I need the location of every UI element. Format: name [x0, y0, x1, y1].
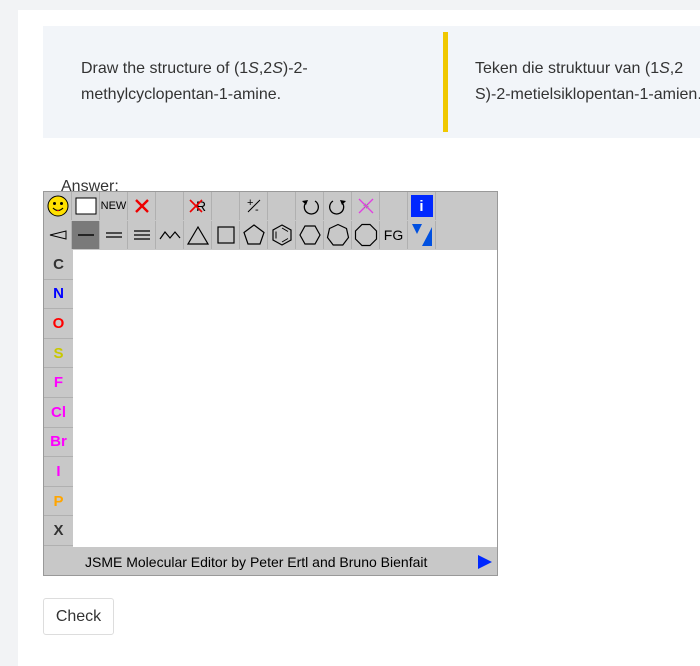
jsme-credit-text: JSME Molecular Editor by Peter Ertl and … — [85, 553, 428, 570]
atom-button-chlorine[interactable]: Cl — [44, 398, 73, 428]
atom-button-sulfur[interactable]: S — [44, 339, 73, 369]
ring-7-icon[interactable] — [324, 221, 352, 249]
triple-bond-icon[interactable] — [128, 221, 156, 249]
jsme-editor: NEW R + - i FG C N O S F Cl Br I P X JSM… — [43, 191, 498, 576]
empty-tool-slot — [380, 192, 408, 220]
charge-button[interactable]: + - — [240, 192, 268, 220]
chain-icon[interactable] — [156, 221, 184, 249]
atom-button-fluorine[interactable]: F — [44, 368, 73, 398]
atom-button-oxygen[interactable]: O — [44, 309, 73, 339]
ring-5-icon[interactable] — [240, 221, 268, 249]
redo-icon[interactable] — [324, 192, 352, 220]
stereo-bond-icon[interactable] — [44, 221, 72, 249]
select-rectangle-button[interactable] — [72, 192, 100, 220]
question-english: Draw the structure of (1S,2S)-2-methylcy… — [81, 60, 308, 103]
ring-3-icon[interactable] — [184, 221, 212, 249]
atom-button-nitrogen[interactable]: N — [44, 280, 73, 310]
ring-4-icon[interactable] — [212, 221, 240, 249]
benzene-icon[interactable] — [268, 221, 296, 249]
double-bond-icon[interactable] — [100, 221, 128, 249]
template-icon[interactable] — [408, 221, 436, 249]
question-divider — [443, 32, 448, 132]
delete-r-group-icon[interactable]: R — [184, 192, 212, 220]
atom-button-carbon[interactable]: C — [44, 250, 73, 280]
ring-8-icon[interactable] — [352, 221, 380, 249]
svg-text:-: - — [255, 204, 259, 216]
undo-icon[interactable] — [296, 192, 324, 220]
empty-tool-slot — [156, 192, 184, 220]
check-button[interactable]: Check — [43, 598, 114, 635]
functional-group-button[interactable]: FG — [380, 221, 408, 249]
info-button[interactable]: i — [408, 192, 436, 220]
atom-button-bromine[interactable]: Br — [44, 428, 73, 458]
empty-tool-slot — [268, 192, 296, 220]
delete-icon[interactable] — [128, 192, 156, 220]
question-box: Draw the structure of (1S,2S)-2-methylcy… — [43, 26, 700, 138]
clear-icon[interactable] — [352, 192, 380, 220]
atom-palette: C N O S F Cl Br I P X — [44, 250, 73, 546]
smiley-icon[interactable] — [44, 192, 72, 220]
atom-button-phosphorus[interactable]: P — [44, 487, 73, 517]
question-afrikaans: Teken die struktuur van (1S,2 S)-2-metiel… — [475, 60, 700, 103]
jsme-toolbar-bonds: FG — [44, 221, 436, 249]
play-arrow-icon[interactable] — [477, 554, 493, 570]
empty-tool-slot — [212, 192, 240, 220]
single-bond-icon[interactable] — [72, 221, 100, 249]
jsme-toolbar-top: NEW R + - i — [44, 192, 436, 220]
new-button[interactable]: NEW — [100, 192, 128, 220]
atom-button-iodine[interactable]: I — [44, 457, 73, 487]
drawing-canvas[interactable] — [73, 250, 497, 547]
atom-button-any[interactable]: X — [44, 516, 73, 546]
ring-6-icon[interactable] — [296, 221, 324, 249]
jsme-status-bar: JSME Molecular Editor by Peter Ertl and … — [44, 548, 497, 575]
